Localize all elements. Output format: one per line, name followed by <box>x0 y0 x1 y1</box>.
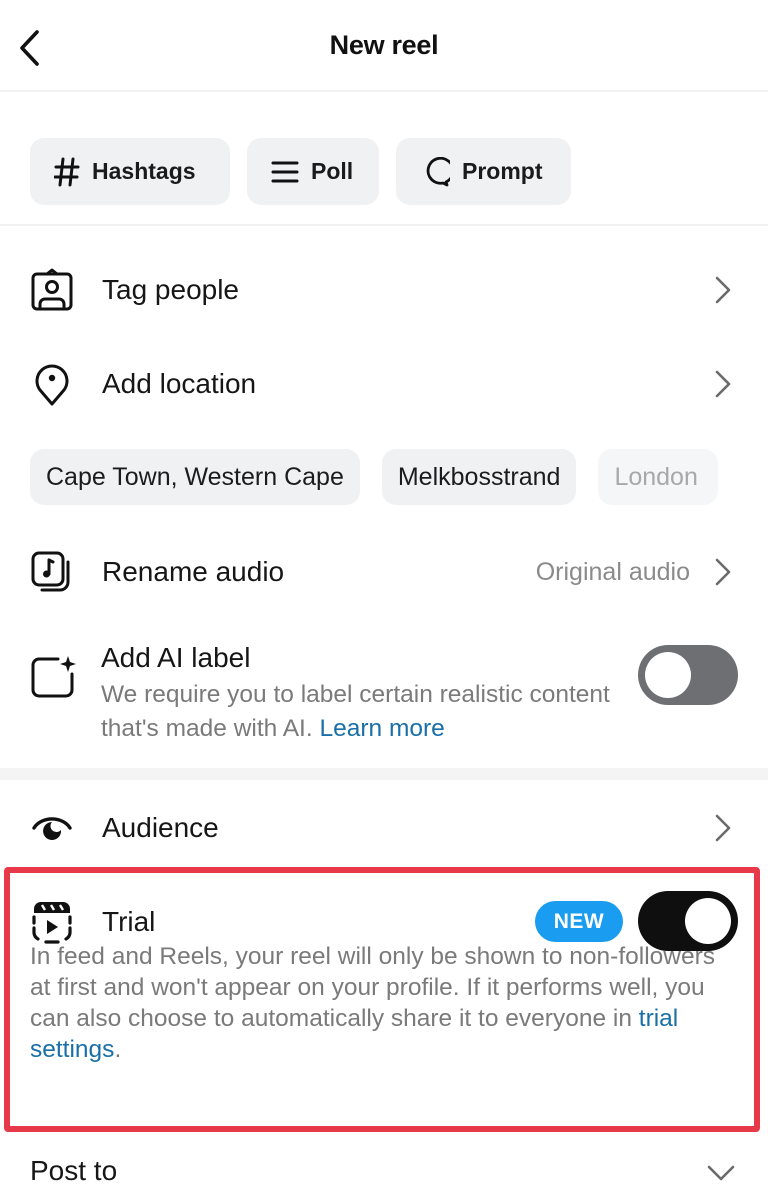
divider <box>0 224 768 226</box>
location-chip[interactable]: Cape Town, Western Cape <box>30 449 360 505</box>
ai-label-description: We require you to label certain realisti… <box>101 678 621 746</box>
toggle-knob <box>645 652 691 698</box>
ai-label-row: Add AI label We require you to label cer… <box>0 640 768 770</box>
header: New reel <box>0 0 768 92</box>
location-chip[interactable]: Melkbosstrand <box>381 449 577 505</box>
chevron-right-icon <box>715 814 731 842</box>
ai-label-toggle[interactable] <box>638 645 738 705</box>
section-separator <box>0 768 768 780</box>
ai-sparkle-icon <box>30 654 76 705</box>
learn-more-link[interactable]: Learn more <box>319 715 444 742</box>
chevron-right-icon <box>715 558 731 586</box>
new-badge: NEW <box>535 901 623 942</box>
sticker-chip-row: Hashtags Poll Prompt <box>30 138 571 205</box>
reel-trial-icon <box>30 900 74 944</box>
hashtag-icon <box>54 157 80 187</box>
rename-audio-row[interactable]: Rename audio Original audio <box>0 544 768 600</box>
post-to-label[interactable]: Post to <box>30 1155 117 1187</box>
tag-person-icon <box>30 268 74 312</box>
prompt-chip[interactable]: Prompt <box>396 138 571 205</box>
tag-people-row[interactable]: Tag people <box>0 262 768 318</box>
tag-people-label: Tag people <box>102 274 240 305</box>
trial-description-text: In feed and Reels, your reel will only b… <box>30 943 716 1032</box>
chevron-right-icon <box>715 276 731 304</box>
chevron-down-icon[interactable] <box>706 1162 736 1184</box>
add-location-label: Add location <box>102 368 257 399</box>
trial-label: Trial <box>102 906 156 937</box>
hashtags-chip-label: Hashtags <box>92 158 196 184</box>
poll-chip-label: Poll <box>311 158 354 184</box>
audience-label: Audience <box>102 812 219 843</box>
trial-description: In feed and Reels, your reel will only b… <box>30 941 720 1065</box>
location-suggestions: Cape Town, Western Cape Melkbosstrand Lo… <box>30 449 719 505</box>
poll-chip[interactable]: Poll <box>247 138 379 205</box>
speech-bubble-icon <box>420 156 450 187</box>
chevron-right-icon <box>715 370 731 398</box>
ai-label-title: Add AI label <box>101 642 251 673</box>
audience-row[interactable]: Audience <box>0 800 768 856</box>
page-title: New reel <box>329 30 439 60</box>
list-icon <box>271 160 299 184</box>
prompt-chip-label: Prompt <box>462 158 543 184</box>
location-chip[interactable]: London <box>598 449 719 505</box>
eye-icon <box>30 806 74 850</box>
audio-name-value: Original audio <box>535 557 690 586</box>
add-location-row[interactable]: Add location <box>0 356 768 412</box>
audio-icon <box>30 550 74 594</box>
toggle-knob <box>685 898 731 944</box>
hashtags-chip[interactable]: Hashtags <box>30 138 230 205</box>
trial-description-suffix: . <box>114 1036 122 1063</box>
location-pin-icon <box>30 362 74 406</box>
rename-audio-label: Rename audio <box>102 556 285 587</box>
